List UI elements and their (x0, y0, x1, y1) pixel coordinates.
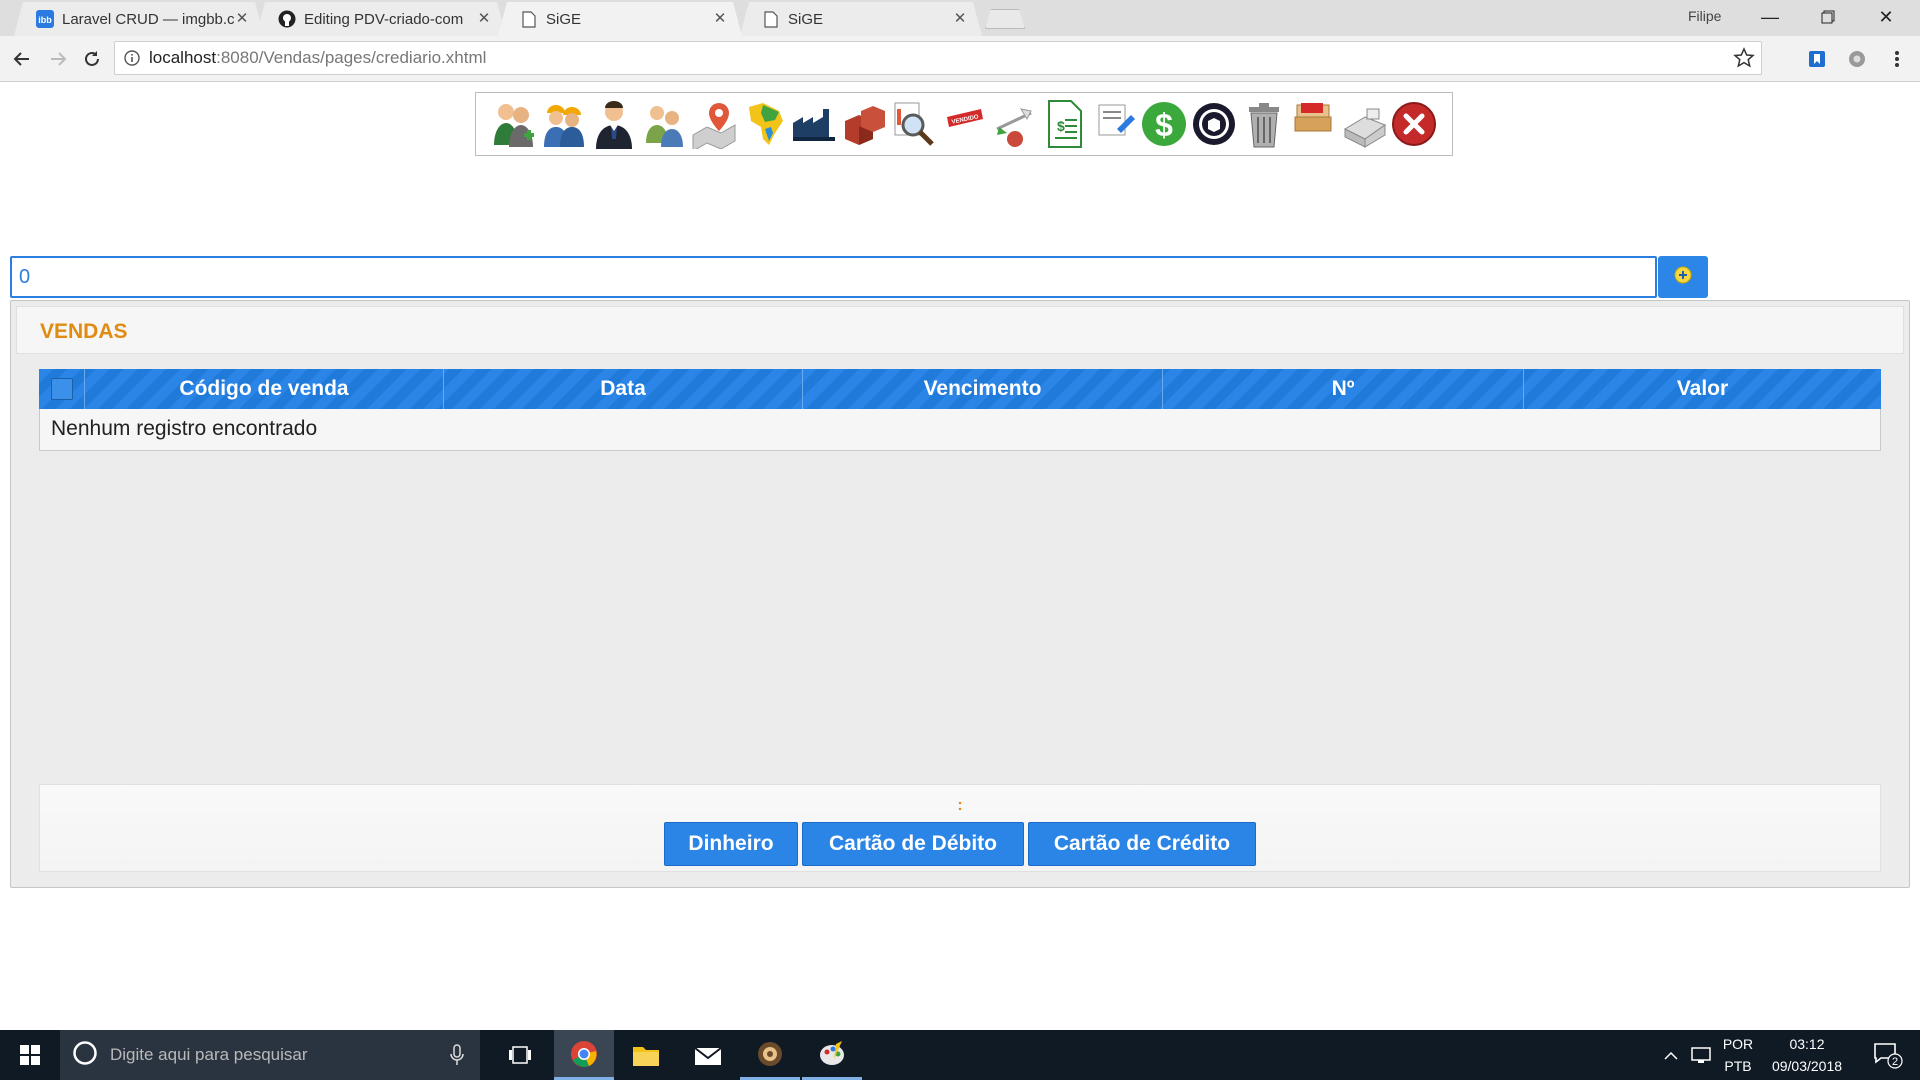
page-icon (762, 10, 780, 28)
address-bar[interactable]: localhost:8080/Vendas/pages/crediario.xh… (114, 41, 1762, 75)
page-icon (520, 10, 538, 28)
close-icon[interactable]: ✕ (952, 11, 968, 27)
browser-toolbar: localhost:8080/Vendas/pages/crediario.xh… (0, 36, 1920, 82)
forward-icon[interactable] (42, 43, 74, 75)
search-report-icon[interactable] (890, 98, 938, 150)
app-gear-taskbar-icon[interactable] (740, 1030, 800, 1080)
exit-icon[interactable] (1390, 98, 1438, 150)
info-icon[interactable] (115, 42, 149, 74)
browser-title-bar: ibb Laravel CRUD — imgbb.c ✕ Editing PDV… (0, 0, 1920, 36)
invoice-icon[interactable]: $ (1040, 98, 1088, 150)
tab-editing-pdv[interactable]: Editing PDV-criado-com ✕ (256, 2, 506, 36)
select-all-checkbox[interactable] (50, 378, 73, 400)
clients-icon[interactable] (490, 98, 538, 150)
taskbar-search-box[interactable]: Digite aqui para pesquisar (60, 1030, 480, 1080)
tab-title: Laravel CRUD — imgbb.c (62, 10, 234, 28)
tab-sige[interactable]: SiGE ✕ (740, 2, 982, 36)
payment-buttons: Dinheiro Cartão de Débito Cartão de Créd… (40, 822, 1880, 866)
empty-message: Nenhum registro encontrado (39, 409, 1881, 451)
windows-taskbar: Digite aqui para pesquisar POR PTB 03:12… (0, 1030, 1920, 1080)
minimize-icon[interactable]: — (1742, 0, 1798, 34)
brazil-map-icon[interactable] (740, 98, 788, 150)
workers-icon[interactable] (540, 98, 588, 150)
svg-text:$: $ (1155, 107, 1173, 143)
paint-taskbar-icon[interactable] (802, 1030, 862, 1080)
cartao-credito-button[interactable]: Cartão de Crédito (1028, 822, 1256, 866)
select-all-cell (39, 369, 85, 409)
svg-text:$: $ (1057, 118, 1065, 134)
file-explorer-icon[interactable] (616, 1030, 676, 1080)
panel-header: VENDAS (16, 306, 1904, 354)
svg-text:ibb: ibb (38, 15, 52, 25)
clock-date: 09/03/2018 (1771, 1058, 1843, 1074)
close-window-icon[interactable]: ✕ (1858, 0, 1914, 34)
show-hidden-icons[interactable] (1658, 1030, 1684, 1080)
boxes-icon[interactable] (840, 98, 888, 150)
url-text: localhost:8080/Vendas/pages/crediario.xh… (149, 48, 487, 67)
cartao-debito-button[interactable]: Cartão de Débito (802, 822, 1024, 866)
pen-report-icon[interactable] (1090, 98, 1138, 150)
clock[interactable]: 03:12 09/03/2018 (1762, 1030, 1852, 1080)
tab-laravel-crud[interactable]: ibb Laravel CRUD — imgbb.c ✕ (14, 2, 264, 36)
dinheiro-button[interactable]: Dinheiro (664, 822, 798, 866)
footer-label: : (957, 797, 963, 814)
new-tab-button[interactable] (985, 9, 1025, 29)
microphone-icon[interactable] (450, 1044, 464, 1071)
close-icon[interactable]: ✕ (476, 11, 492, 27)
svg-text:2: 2 (1892, 1056, 1898, 1068)
dollar-icon[interactable]: $ (1140, 98, 1188, 150)
column-header-numero[interactable]: Nº (1163, 369, 1524, 409)
sold-tag-icon[interactable]: VENDIDO (940, 98, 988, 150)
restore-icon[interactable] (1800, 0, 1856, 34)
table-header: Código de venda Data Vencimento Nº Valor (39, 369, 1881, 409)
add-circle-icon (1674, 266, 1692, 289)
drawer-icon[interactable] (1290, 98, 1338, 150)
tab-title: SiGE (546, 10, 582, 28)
sales-panel: VENDAS Código de venda Data Vencimento N… (10, 300, 1910, 888)
bookmark-extension-icon[interactable] (1804, 46, 1830, 72)
sale-code-input[interactable]: 0 (10, 256, 1657, 298)
tab-title: Editing PDV-criado-com (304, 10, 464, 28)
menu-kebab-icon[interactable] (1884, 46, 1910, 72)
close-icon[interactable]: ✕ (712, 11, 728, 27)
trash-icon[interactable] (1240, 98, 1288, 150)
manager-icon[interactable] (590, 98, 638, 150)
chrome-taskbar-icon[interactable] (554, 1030, 614, 1080)
cortana-icon (72, 1040, 98, 1071)
action-center-icon[interactable]: 2 (1862, 1030, 1914, 1080)
cash-register-icon[interactable] (1340, 98, 1388, 150)
settings-extension-icon[interactable] (1844, 46, 1870, 72)
column-header-vencimento[interactable]: Vencimento (803, 369, 1163, 409)
users-icon[interactable] (640, 98, 688, 150)
column-header-valor[interactable]: Valor (1524, 369, 1881, 409)
map-pin-icon[interactable] (690, 98, 738, 150)
mail-icon[interactable] (678, 1030, 738, 1080)
github-icon (278, 10, 296, 28)
panel-title: VENDAS (40, 320, 128, 343)
add-button[interactable] (1658, 256, 1708, 298)
scale-icon[interactable] (990, 98, 1038, 150)
payment-footer: : Dinheiro Cartão de Débito Cartão de Cr… (39, 784, 1881, 872)
profile-name[interactable]: Filipe (1688, 8, 1721, 24)
back-icon[interactable] (6, 43, 38, 75)
tab-title: SiGE (788, 10, 824, 28)
clock-time: 03:12 (1789, 1036, 1825, 1052)
factory-icon[interactable] (790, 98, 838, 150)
task-view-icon[interactable] (496, 1030, 544, 1080)
bookmark-star-icon[interactable] (1733, 47, 1755, 69)
windows-start-icon[interactable] (0, 1030, 60, 1080)
module-icon-bar: VENDIDO $ $ (475, 92, 1453, 156)
column-header-data[interactable]: Data (444, 369, 803, 409)
network-icon[interactable] (1688, 1030, 1716, 1080)
taskbar-search-placeholder: Digite aqui para pesquisar (110, 1045, 308, 1064)
imgbb-icon: ibb (36, 10, 54, 28)
close-icon[interactable]: ✕ (234, 11, 250, 27)
reload-icon[interactable] (76, 43, 108, 75)
column-header-codigo[interactable]: Código de venda (85, 369, 444, 409)
tab-sige-active[interactable]: SiGE ✕ (498, 2, 742, 36)
sales-table: Código de venda Data Vencimento Nº Valor… (39, 369, 1881, 451)
language-indicator[interactable]: POR PTB (1718, 1030, 1758, 1080)
package-icon[interactable] (1190, 98, 1238, 150)
